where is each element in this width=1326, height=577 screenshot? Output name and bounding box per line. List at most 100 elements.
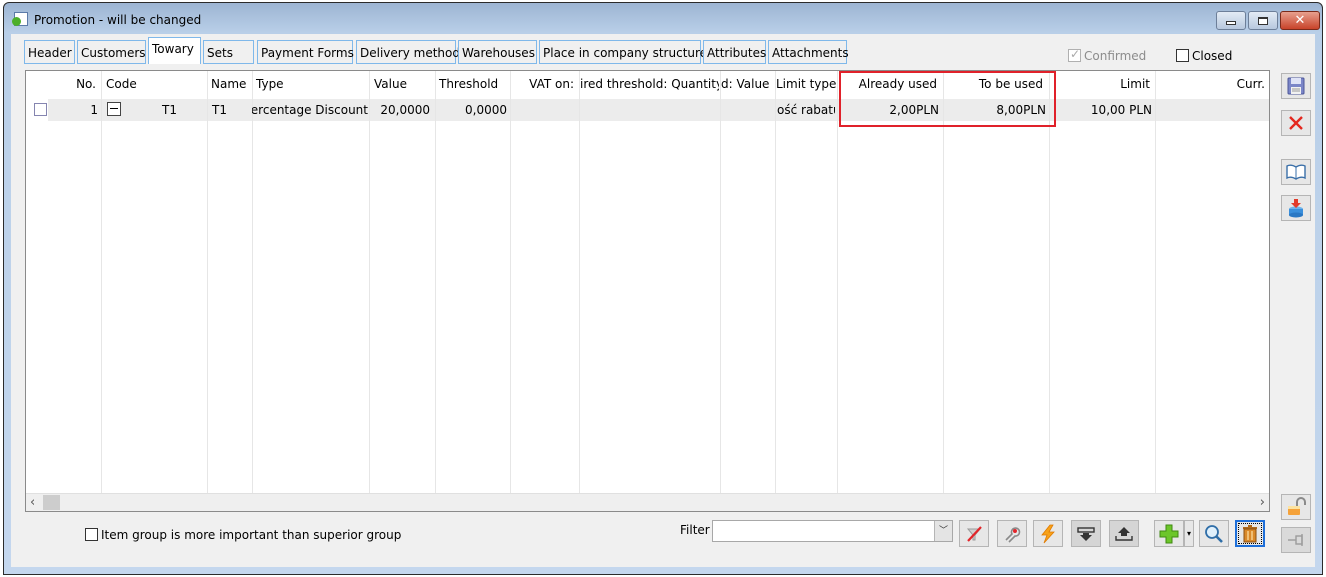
item-group-more-important-checkbox[interactable]: Item group is more important than superi… <box>85 527 401 542</box>
column-header-limit[interactable]: Limit <box>1051 77 1150 91</box>
maximize-button[interactable] <box>1248 11 1278 30</box>
column-header-required-threshold-value[interactable]: d: Value <box>721 77 774 91</box>
column-header-code[interactable]: Code <box>106 77 137 91</box>
filter-combobox[interactable]: ﹀ <box>712 520 953 542</box>
tab-header[interactable]: Header <box>24 40 75 64</box>
minimize-button[interactable] <box>1216 11 1246 30</box>
promotion-window: Promotion - will be changed ✕ Header Cus… <box>3 2 1323 575</box>
tab-warehouses[interactable]: Warehouses <box>458 40 537 64</box>
unlock-padlock-icon <box>1288 497 1306 515</box>
column-header-name[interactable]: Name <box>211 77 246 91</box>
item-group-check-box[interactable] <box>85 528 98 541</box>
title-bar[interactable]: Promotion - will be changed ✕ <box>4 3 1322 35</box>
column-header-required-threshold-quantity[interactable]: ired threshold: Quantity <box>580 77 719 91</box>
column-header-currency[interactable]: Curr. <box>1157 77 1265 91</box>
column-header-limit-type[interactable]: Limit type <box>776 77 836 91</box>
cell-name: T1 <box>212 103 227 117</box>
column-header-already-used[interactable]: Already used <box>839 77 937 91</box>
column-divider <box>1049 71 1050 493</box>
items-grid[interactable]: No. Code Name Type Value Threshold VAT o… <box>25 70 1270 512</box>
column-divider <box>101 71 102 493</box>
column-divider <box>252 71 253 493</box>
close-icon: ✕ <box>1294 13 1306 28</box>
column-divider <box>369 71 370 493</box>
item-group-label: Item group is more important than superi… <box>101 527 402 542</box>
column-header-value[interactable]: Value <box>374 77 407 91</box>
column-divider <box>720 71 721 493</box>
pin-button[interactable] <box>1281 527 1311 553</box>
tab-payment-forms[interactable]: Payment Forms <box>257 40 354 64</box>
lightning-button[interactable] <box>1033 520 1063 547</box>
column-header-type[interactable]: Type <box>256 77 284 91</box>
unlock-button[interactable] <box>1281 494 1311 520</box>
scroll-left-icon[interactable]: ‹ <box>30 495 35 510</box>
database-import-icon <box>1289 199 1303 218</box>
dropdown-arrow-icon: ▾ <box>1186 529 1191 538</box>
add-plus-icon <box>1159 524 1179 543</box>
cell-code: T1 <box>162 103 177 117</box>
tab-label: Attributes <box>707 46 767 60</box>
row-select-checkbox[interactable] <box>34 103 47 116</box>
horizontal-scrollbar[interactable]: ‹ › <box>26 493 1269 511</box>
window-title: Promotion - will be changed <box>34 13 202 27</box>
export-up-icon <box>1115 526 1133 541</box>
column-divider <box>435 71 436 493</box>
column-header-vat-on[interactable]: VAT on: <box>512 77 574 91</box>
tab-towary[interactable]: Towary <box>148 37 201 64</box>
scroll-right-icon[interactable]: › <box>1260 495 1265 510</box>
cancel-button[interactable] <box>1281 110 1311 136</box>
trash-bin-icon <box>1243 524 1257 542</box>
closed-checkbox[interactable]: Closed <box>1176 48 1232 63</box>
close-button[interactable]: ✕ <box>1280 11 1320 30</box>
tab-label: Payment Forms <box>261 46 354 60</box>
column-divider <box>510 71 511 493</box>
tab-sets[interactable]: Sets <box>203 40 254 64</box>
column-divider <box>943 71 944 493</box>
cell-no: 1 <box>90 103 98 117</box>
tab-customers[interactable]: Customers <box>77 40 146 64</box>
cell-threshold: 0,0000 <box>465 103 507 117</box>
tab-label: Warehouses <box>462 46 535 60</box>
import-down-icon <box>1077 526 1095 541</box>
export-up-button[interactable] <box>1109 520 1139 547</box>
book-button[interactable] <box>1281 159 1311 185</box>
lightning-icon <box>1041 524 1055 543</box>
filter-settings-button[interactable] <box>997 520 1027 547</box>
tab-label: Place in company structure <box>543 46 708 60</box>
filter-label: Filter <box>680 523 710 537</box>
closed-check-box[interactable] <box>1176 49 1189 62</box>
tab-place-in-company-structure[interactable]: Place in company structure <box>539 40 707 64</box>
cell-already-used: 2,00PLN <box>889 103 939 117</box>
filter-dropdown-arrow-icon[interactable]: ﹀ <box>934 521 952 541</box>
tab-label: Attachments <box>772 46 849 60</box>
add-button[interactable] <box>1154 520 1184 547</box>
filter-settings-icon <box>1005 526 1021 543</box>
search-button[interactable] <box>1199 520 1229 547</box>
collapse-toggle-icon[interactable] <box>107 102 121 116</box>
column-header-no[interactable]: No. <box>56 77 96 91</box>
column-divider <box>579 71 580 493</box>
import-down-button[interactable] <box>1071 520 1101 547</box>
column-divider <box>775 71 776 493</box>
tab-label: Header <box>28 46 72 60</box>
filter-input[interactable] <box>715 522 935 540</box>
database-import-button[interactable] <box>1281 195 1311 221</box>
column-header-to-be-used[interactable]: To be used <box>945 77 1043 91</box>
clear-filter-button[interactable] <box>959 520 989 547</box>
promotion-app-icon <box>12 12 28 26</box>
cell-limit: 10,00 PLN <box>1090 103 1152 117</box>
maximize-icon <box>1258 16 1268 25</box>
tab-label: Delivery method <box>360 46 460 60</box>
tab-attributes[interactable]: Attributes <box>703 40 766 64</box>
tab-delivery-method[interactable]: Delivery method <box>356 40 460 64</box>
add-dropdown-button[interactable]: ▾ <box>1184 520 1194 547</box>
save-button[interactable] <box>1281 73 1311 99</box>
minimize-icon <box>1226 21 1236 25</box>
tab-label: Towary <box>152 42 194 56</box>
scrollbar-thumb[interactable] <box>43 495 60 510</box>
search-magnifier-icon <box>1205 524 1223 543</box>
column-header-threshold[interactable]: Threshold <box>439 77 498 91</box>
tab-attachments[interactable]: Attachments <box>768 40 849 64</box>
client-area: Header Customers Towary Sets Payment For… <box>11 34 1315 567</box>
delete-button[interactable] <box>1235 520 1265 547</box>
